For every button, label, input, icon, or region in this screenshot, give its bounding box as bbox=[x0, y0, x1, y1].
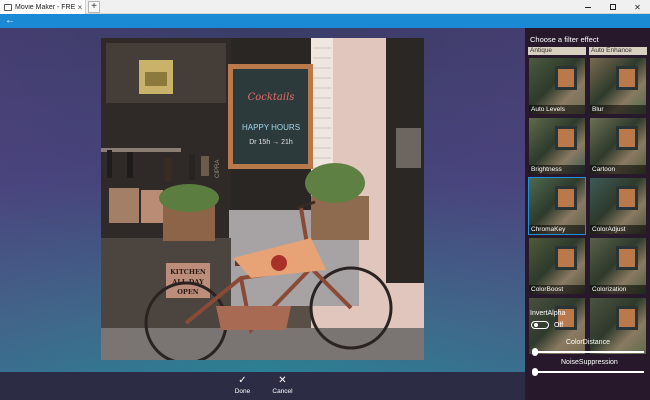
thumbnail-sign bbox=[616, 186, 638, 210]
maximize-icon bbox=[609, 4, 616, 10]
panel-title: Choose a filter effect bbox=[530, 35, 599, 44]
title-bar: Movie Maker - FREE × + ✕ bbox=[0, 0, 650, 14]
filter-label: Colorization bbox=[590, 285, 646, 294]
sign-line-1: HAPPY HOURS bbox=[242, 123, 300, 132]
photo-image: Cocktails HAPPY HOURS Dr 15h → 21h CIPRA… bbox=[101, 38, 424, 360]
close-icon: ✕ bbox=[634, 2, 641, 12]
close-window-button[interactable]: ✕ bbox=[625, 0, 650, 14]
back-button[interactable]: ← bbox=[3, 15, 17, 27]
noise-suppression-slider[interactable] bbox=[532, 368, 644, 376]
filter-label: Auto Levels bbox=[529, 105, 585, 114]
filter-grid: Auto Levels Blur Brightness Cartoon ChromaKe… bbox=[528, 57, 647, 354]
thumbnail-sign bbox=[616, 126, 638, 150]
maximize-button[interactable] bbox=[600, 0, 625, 14]
slider-track bbox=[534, 351, 644, 353]
thumbnail-sign bbox=[555, 66, 577, 90]
minimize-button[interactable] bbox=[575, 0, 600, 14]
photo-preview[interactable]: Cocktails HAPPY HOURS Dr 15h → 21h CIPRA… bbox=[101, 38, 424, 360]
invert-alpha-label: InvertAlpha bbox=[530, 310, 566, 317]
thumbnail-sign bbox=[616, 246, 638, 270]
toggle-knob bbox=[534, 323, 538, 327]
filter-item[interactable]: Colorization bbox=[589, 237, 647, 295]
filter-item[interactable]: Cartoon bbox=[589, 117, 647, 175]
filter-auto-enhance[interactable]: Auto Enhance bbox=[589, 47, 647, 55]
filter-antique[interactable]: Antique bbox=[528, 47, 586, 55]
filter-item[interactable] bbox=[589, 297, 647, 355]
slider-track bbox=[534, 371, 644, 373]
minimize-icon bbox=[584, 6, 591, 8]
color-distance-slider[interactable] bbox=[532, 348, 644, 356]
cancel-button[interactable]: ✕ Cancel bbox=[271, 372, 295, 400]
slider-thumb[interactable] bbox=[532, 348, 538, 356]
sign-title: Cocktails bbox=[248, 92, 295, 103]
thumbnail-sign bbox=[555, 186, 577, 210]
new-tab-button[interactable]: + bbox=[88, 1, 100, 13]
filter-item[interactable]: ColorBoost bbox=[528, 237, 586, 295]
board-line-1: KITCHEN bbox=[170, 268, 206, 276]
tab-close-button[interactable]: × bbox=[75, 3, 85, 12]
filter-item[interactable]: ChromaKey bbox=[528, 177, 586, 235]
filter-label: Brightness bbox=[529, 165, 585, 174]
checkmark-icon: ✓ bbox=[238, 375, 247, 386]
thumbnail-sign bbox=[616, 306, 638, 330]
sign-line-2: Dr 15h → 21h bbox=[249, 139, 293, 146]
browser-tab[interactable]: Movie Maker - FREE × bbox=[0, 0, 86, 14]
filter-item[interactable]: ColorAdjust bbox=[589, 177, 647, 235]
close-icon: ✕ bbox=[278, 375, 287, 386]
app-icon bbox=[4, 3, 12, 11]
filter-label: Blur bbox=[590, 105, 646, 114]
board-line-3: OPEN bbox=[177, 288, 199, 296]
thumbnail-sign bbox=[555, 246, 577, 270]
done-label: Done bbox=[234, 388, 251, 395]
filter-item[interactable]: Auto Levels bbox=[528, 57, 586, 115]
invert-alpha-toggle[interactable] bbox=[531, 321, 549, 329]
thumbnail-sign bbox=[555, 126, 577, 150]
color-distance-label: ColorDistance bbox=[566, 339, 610, 346]
filter-label: ColorBoost bbox=[529, 285, 585, 294]
bottom-toolbar: ✓ Done ✕ Cancel bbox=[0, 372, 525, 400]
noise-suppression-label: NoiseSuppression bbox=[561, 359, 618, 366]
done-button[interactable]: ✓ Done bbox=[231, 372, 255, 400]
filter-label: ColorAdjust bbox=[590, 225, 646, 234]
window-controls: ✕ bbox=[575, 0, 650, 14]
thumbnail-sign bbox=[616, 66, 638, 90]
slider-thumb[interactable] bbox=[532, 368, 538, 376]
tab-title: Movie Maker - FREE bbox=[15, 3, 75, 11]
filter-label: Cartoon bbox=[590, 165, 646, 174]
editor-canvas: Cocktails HAPPY HOURS Dr 15h → 21h CIPRA… bbox=[0, 28, 525, 372]
filter-label: ChromaKey bbox=[529, 225, 585, 234]
cancel-label: Cancel bbox=[272, 388, 293, 395]
filter-item[interactable]: Brightness bbox=[528, 117, 586, 175]
invert-alpha-state: Off bbox=[554, 322, 564, 329]
filter-item[interactable]: Blur bbox=[589, 57, 647, 115]
nav-bar: ← bbox=[0, 14, 650, 28]
shutter-text: CIPRA bbox=[215, 160, 221, 178]
back-arrow-icon: ← bbox=[5, 15, 15, 26]
filter-strip: Antique Auto Enhance bbox=[528, 47, 647, 55]
